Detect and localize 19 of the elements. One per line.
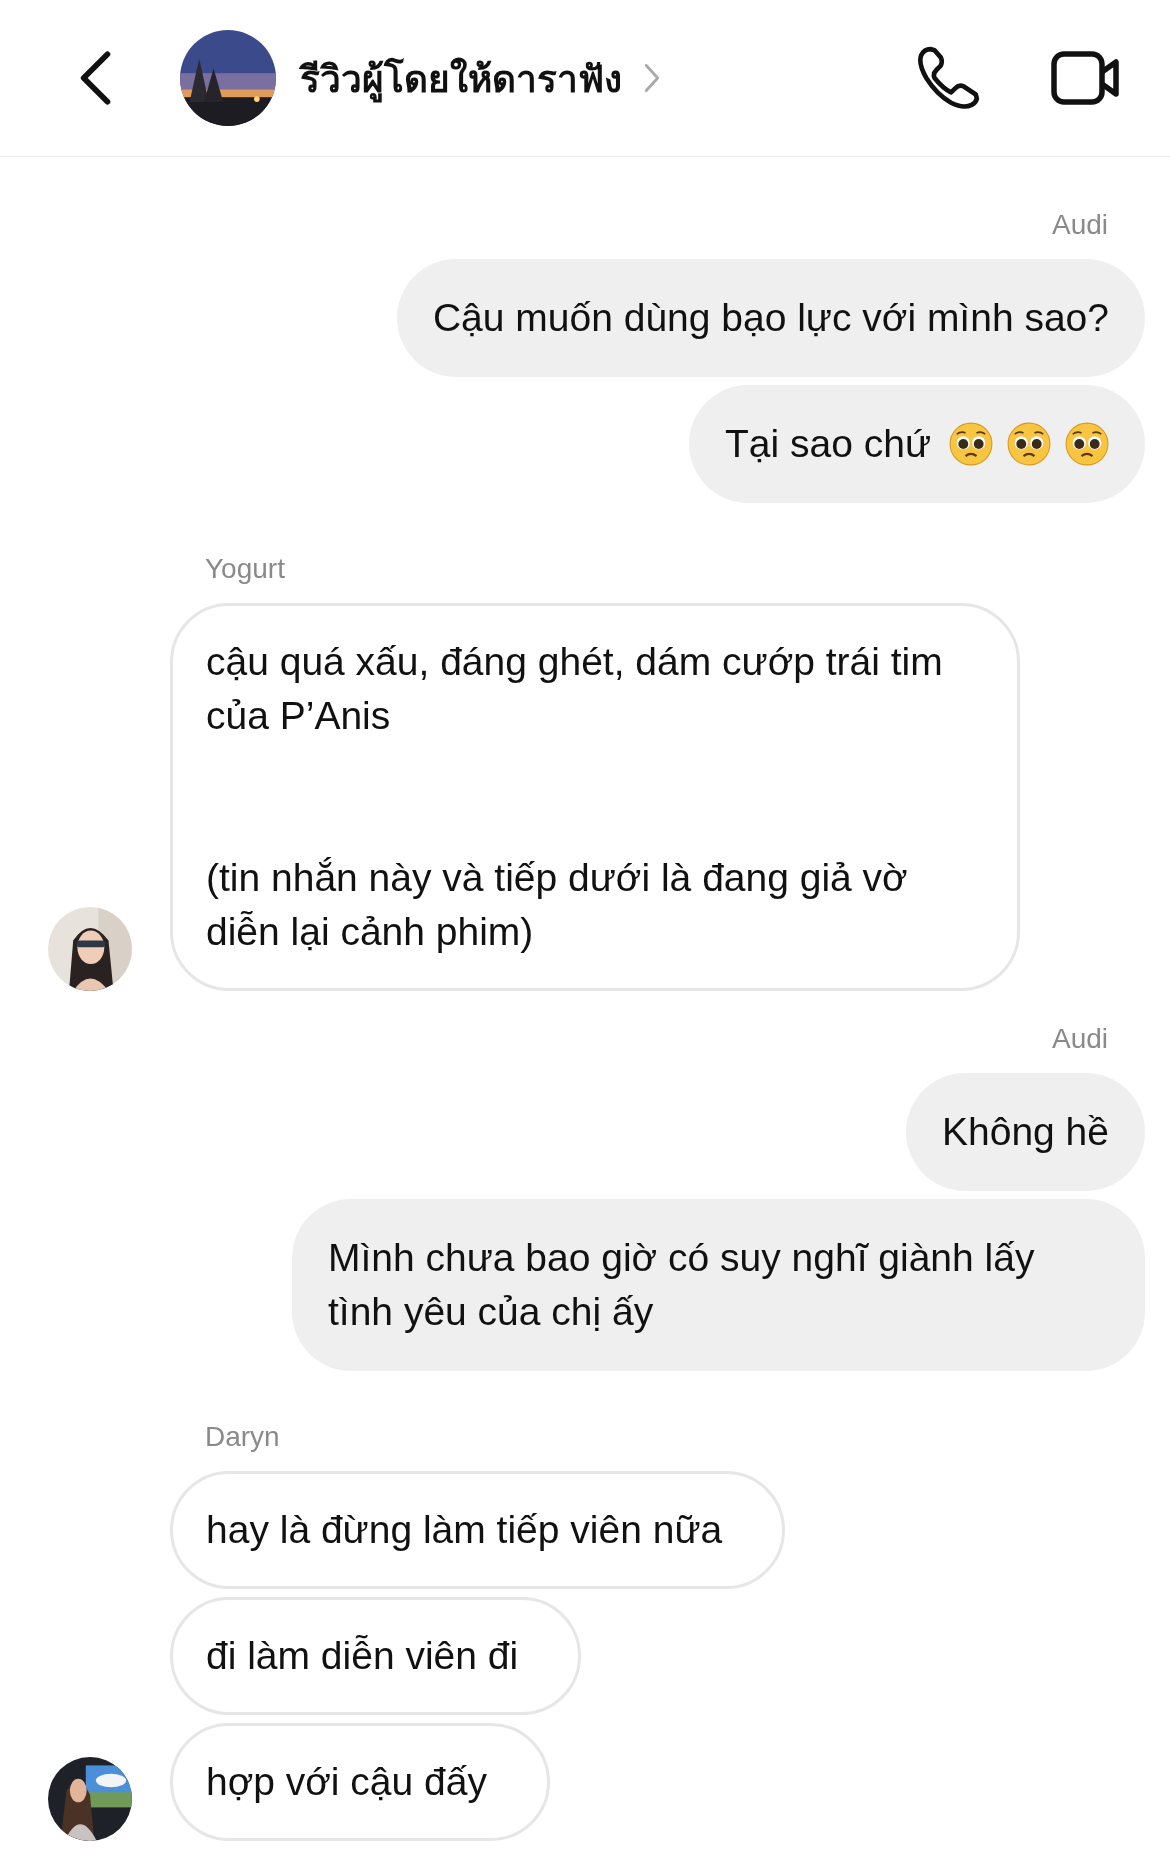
message-bubble: Tại sao chứ	[688, 385, 1145, 503]
message-bubble: Không hề	[906, 1073, 1145, 1191]
video-camera-icon[interactable]	[1050, 49, 1122, 107]
pleading-face-icon	[1007, 422, 1051, 466]
message-bubble: hợp với cậu đấy	[170, 1723, 550, 1841]
message-bubble: hay là đừng làm tiếp viên nữa	[170, 1471, 786, 1589]
chat-title[interactable]: รีวิวผู้โดยให้ดาราฟัง	[300, 48, 622, 108]
sender-name: Yogurt	[205, 553, 286, 586]
pleading-face-icon	[949, 422, 993, 466]
message-bubble: cậu quá xấu, đáng ghét, dám cướp trái tim của P’Anis (tin nhắn này và tiếp dưới là đang giả vờ diễn lại cảnh phim)	[170, 603, 1020, 991]
message-bubble: Cậu muốn dùng bạo lực với mình sao?	[396, 259, 1145, 377]
message-bubble: đi làm diễn viên đi	[170, 1597, 582, 1715]
message-bubble: Mình chưa bao giờ có suy nghĩ giành lấy tình yêu của chị ấy	[292, 1199, 1145, 1371]
pleading-face-icon	[1065, 422, 1109, 466]
phone-icon[interactable]	[916, 45, 982, 111]
sender-name: Daryn	[205, 1421, 281, 1454]
back-icon[interactable]	[78, 49, 112, 107]
sender-name: Audi	[1051, 209, 1108, 242]
sender-name: Audi	[1051, 1023, 1108, 1056]
